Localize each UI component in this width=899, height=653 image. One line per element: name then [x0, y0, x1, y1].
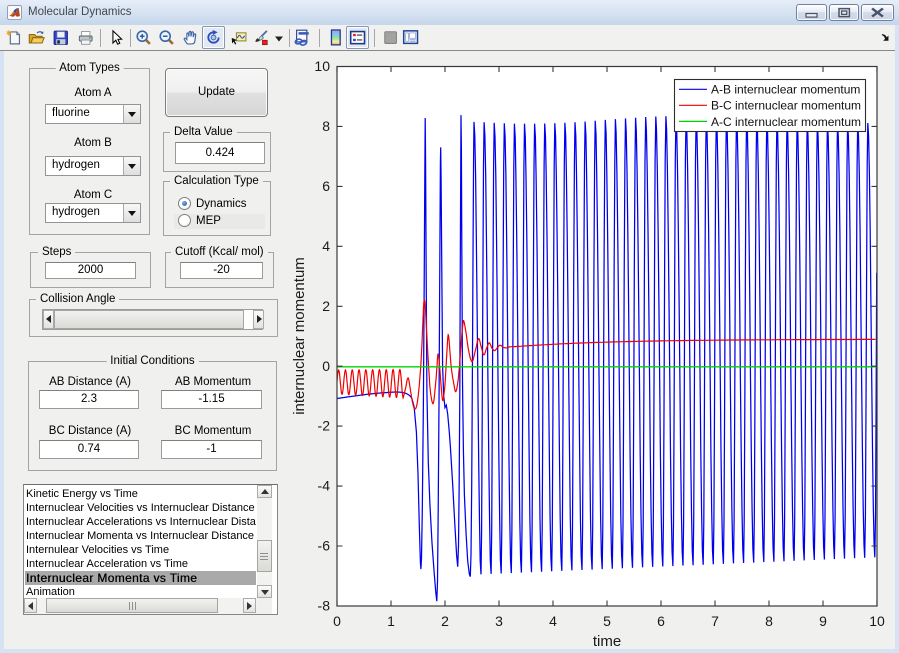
svg-text:-8: -8 [318, 598, 331, 614]
svg-text:A-C internuclear momentum: A-C internuclear momentum [711, 115, 861, 129]
svg-text:internuclear momentum: internuclear momentum [291, 257, 308, 415]
svg-text:-4: -4 [318, 478, 331, 494]
svg-text:8: 8 [322, 118, 330, 134]
svg-text:9: 9 [819, 613, 827, 629]
svg-text:0: 0 [322, 358, 330, 374]
svg-text:5: 5 [603, 613, 611, 629]
svg-text:10: 10 [314, 58, 330, 74]
svg-text:7: 7 [711, 613, 719, 629]
svg-text:-2: -2 [318, 418, 331, 434]
svg-text:6: 6 [322, 178, 330, 194]
svg-text:0: 0 [333, 613, 341, 629]
svg-text:8: 8 [765, 613, 773, 629]
svg-text:6: 6 [657, 613, 665, 629]
svg-text:-6: -6 [318, 538, 331, 554]
svg-text:1: 1 [387, 613, 395, 629]
svg-text:A-B internuclear momentum: A-B internuclear momentum [711, 83, 860, 97]
svg-text:2: 2 [322, 298, 330, 314]
svg-text:3: 3 [495, 613, 503, 629]
svg-text:4: 4 [322, 238, 330, 254]
svg-text:10: 10 [869, 613, 885, 629]
svg-text:4: 4 [549, 613, 557, 629]
svg-text:B-C internuclear momentum: B-C internuclear momentum [711, 99, 861, 113]
svg-text:time: time [593, 633, 621, 650]
svg-text:2: 2 [441, 613, 449, 629]
